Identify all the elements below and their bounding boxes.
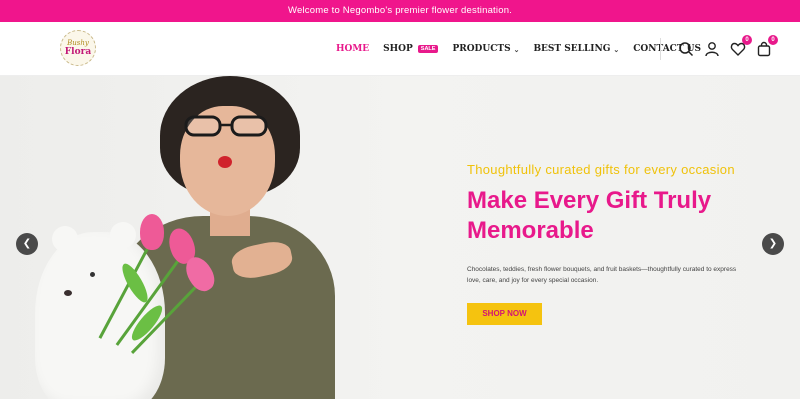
slider-prev-button[interactable]: ❮ (16, 233, 38, 255)
hero-tagline: Thoughtfully curated gifts for every occ… (467, 162, 735, 177)
teddy-eye (90, 272, 95, 277)
logo-line1: Bushy (67, 39, 89, 47)
header-divider (660, 38, 661, 60)
hero-title: Make Every Gift Truly Memorable (467, 187, 712, 244)
nav-best-selling-label: BEST SELLING (533, 44, 611, 54)
nav-shop[interactable]: SHOP SALE (383, 44, 439, 54)
nav-products-label: PRODUCTS (452, 44, 511, 54)
wishlist-count: 0 (742, 35, 752, 45)
chevron-down-icon: ⌄ (613, 44, 620, 54)
nav-home[interactable]: HOME (336, 44, 369, 54)
teddy-ear (52, 226, 78, 252)
hero-lips (218, 156, 232, 168)
nav-shop-label: SHOP (383, 44, 413, 54)
hero-description: Chocolates, teddies, fresh flower bouque… (467, 266, 737, 284)
main-nav: HOME SHOP SALE PRODUCTS ⌄ BEST SELLING ⌄… (336, 22, 701, 76)
cart-count: 0 (768, 35, 778, 45)
announcement-bar: Welcome to Negombo's premier flower dest… (0, 0, 800, 22)
heart-icon[interactable]: 0 (730, 35, 752, 57)
shop-now-button[interactable]: SHOP NOW (467, 303, 542, 325)
announcement-text: Welcome to Negombo's premier flower dest… (287, 5, 513, 16)
bag-icon[interactable]: 0 (756, 35, 778, 57)
hero-slider: Thoughtfully curated gifts for every occ… (0, 76, 800, 399)
header-actions: 0 0 (678, 22, 778, 76)
sale-badge: SALE (417, 45, 439, 53)
chevron-left-icon: ❮ (22, 238, 32, 249)
nav-products[interactable]: PRODUCTS ⌄ (452, 44, 519, 54)
tulip-flower (140, 214, 164, 250)
chevron-down-icon: ⌄ (513, 44, 520, 54)
chevron-right-icon: ❯ (768, 238, 778, 249)
nav-home-label: HOME (336, 44, 370, 54)
slider-next-button[interactable]: ❯ (762, 233, 784, 255)
site-header: Bushy Flora HOME SHOP SALE PRODUCTS ⌄ BE… (0, 22, 800, 76)
site-logo[interactable]: Bushy Flora (60, 30, 96, 66)
teddy-nose (64, 290, 72, 296)
teddy-ear (110, 222, 136, 248)
search-icon[interactable] (678, 41, 694, 57)
logo-line2: Flora (64, 47, 92, 57)
nav-best-selling[interactable]: BEST SELLING ⌄ (533, 44, 619, 54)
user-icon[interactable] (704, 41, 720, 57)
glasses-illustration (184, 115, 268, 137)
